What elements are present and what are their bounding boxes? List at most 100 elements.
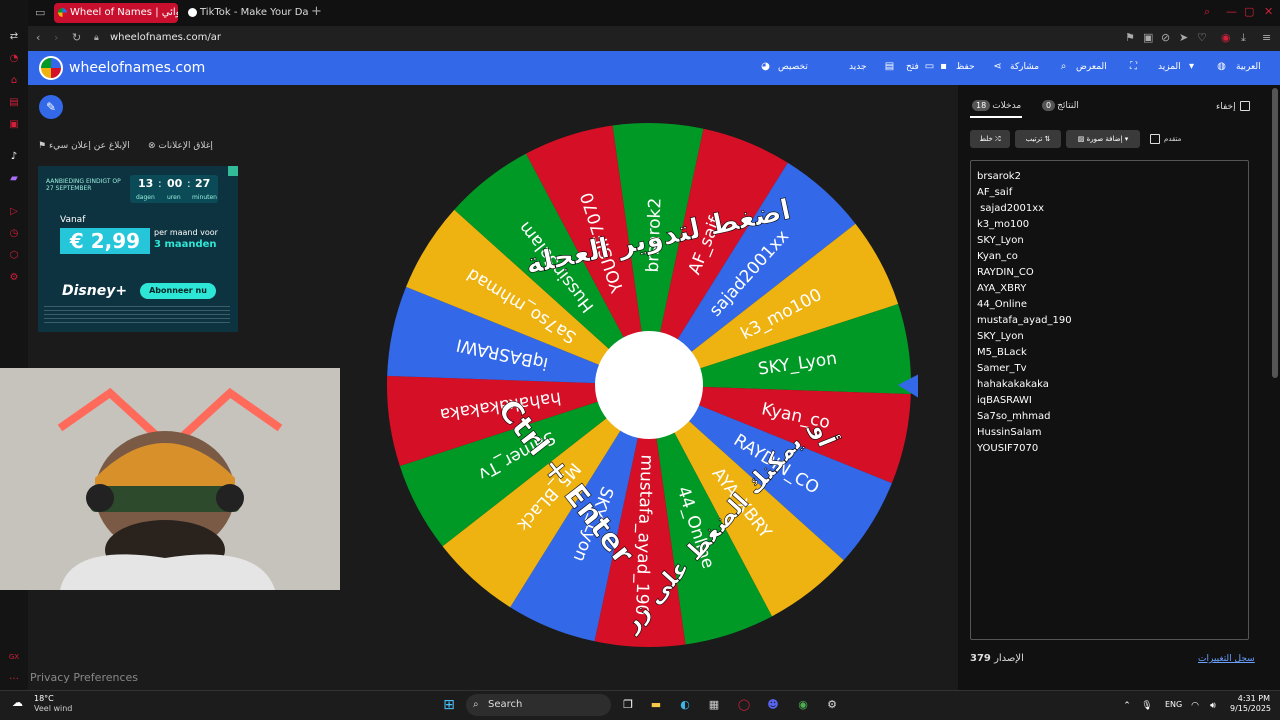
spin-wheel[interactable]: brsarok2 AF_saifsajad2001xxk3_mo100SKY_Ly… [378, 118, 918, 654]
entries-textarea[interactable]: brsarok2 AF_saif sajad2001xx k3_mo100 SKY_L… [970, 160, 1249, 640]
page-scrollbar[interactable] [1272, 88, 1278, 378]
reload-icon[interactable]: ↻ [72, 31, 81, 45]
history-icon[interactable]: ◷ [7, 227, 21, 241]
player-icon[interactable]: ▷ [7, 205, 21, 219]
taskbar-search[interactable]: ⌕ Search [466, 694, 611, 716]
entry-line[interactable]: SKY_Lyon [977, 233, 1242, 249]
settings-icon[interactable]: ⚙ [7, 271, 21, 285]
shuffle-button[interactable]: ⤮ خلط [970, 130, 1010, 148]
file-explorer-icon[interactable]: ▬ [647, 696, 665, 714]
sync-icon[interactable]: ⇄ [7, 30, 21, 44]
changelog-link[interactable]: سجل التغييرات [1198, 652, 1255, 666]
fullscreen-icon[interactable]: ⛶ [1128, 61, 1139, 72]
edge-icon[interactable]: ◐ [676, 696, 694, 714]
add-image-dropdown[interactable]: ▾ إضافة صورة ▨ [1066, 130, 1140, 148]
hide-checkbox[interactable] [1239, 101, 1250, 111]
entry-line[interactable]: YOUSIF7070 [977, 441, 1242, 457]
chrome-icon[interactable]: ◉ [794, 696, 812, 714]
gallery-button[interactable]: المعرض [1076, 60, 1107, 74]
weather-widget[interactable]: ☁ 18°C Veel wind [12, 694, 72, 714]
report-ad-link[interactable]: الإبلاغ عن إعلان سيء ⚑ [38, 140, 130, 152]
tray-chevron-icon[interactable]: ⌃ [1118, 697, 1136, 715]
entry-line[interactable]: AYA_XBRY [977, 281, 1242, 297]
entry-line[interactable]: HussinSalam [977, 425, 1242, 441]
entry-line[interactable]: Sa7so_mhmad [977, 409, 1242, 425]
entry-line[interactable]: mustafa_ayad_190 [977, 313, 1242, 329]
discord-icon[interactable]: ☻ [764, 696, 782, 714]
tab-wheel-of-names[interactable]: Wheel of Names | عشوائي [54, 3, 178, 23]
entry-line[interactable]: k3_mo100 [977, 217, 1242, 233]
gx-icon[interactable]: GX [7, 650, 21, 664]
subscribe-button[interactable]: Abonneer nu [140, 283, 216, 299]
volume-icon[interactable]: 🔊︎ [1204, 697, 1222, 715]
entry-line[interactable]: RAYDIN_CO [977, 265, 1242, 281]
sort-button[interactable]: ⇅ ترتيب [1015, 130, 1061, 148]
tab-list-icon[interactable]: ▭ [35, 6, 45, 20]
bag-icon[interactable]: ⌂ [7, 74, 21, 88]
wheel-center[interactable] [595, 331, 703, 439]
entry-line[interactable]: hahakakakaka [977, 377, 1242, 393]
entry-line[interactable]: sajad2001xx [977, 201, 1242, 217]
twitch-icon[interactable]: ▰ [7, 172, 21, 186]
tab-tiktok[interactable]: TikTok - Make Your Day [184, 3, 308, 23]
wifi-icon[interactable]: ◠ [1186, 697, 1204, 715]
aria-icon[interactable]: ◔ [7, 52, 21, 66]
url-field[interactable]: wheelofnames.com/ar [110, 30, 221, 46]
wheel-favicon-icon [58, 8, 67, 17]
input-language[interactable]: ENG [1165, 700, 1182, 709]
entry-line[interactable]: 44_Online [977, 297, 1242, 313]
search-tabs-icon[interactable]: ⌕ [1204, 5, 1210, 19]
heart-icon[interactable]: ♡ [1197, 31, 1207, 45]
edit-pencil-button[interactable]: ✎ [39, 95, 63, 119]
tiktok-icon[interactable]: ♪ [7, 150, 21, 164]
adchoices-icon[interactable] [228, 166, 238, 176]
customize-button[interactable]: تخصيص [778, 60, 808, 74]
entry-line[interactable]: brsarok2 [977, 169, 1242, 185]
download-icon[interactable]: ⤓ [1241, 31, 1246, 45]
entry-line[interactable]: M5_BLack [977, 345, 1242, 361]
advanced-checkbox[interactable] [1150, 134, 1160, 144]
close-ads-link[interactable]: إغلاق الإعلانات ⊗ [148, 140, 213, 152]
entry-line[interactable]: Samer_Tv [977, 361, 1242, 377]
more-dots-icon[interactable]: … [7, 670, 21, 684]
mail-icon[interactable]: ▣ [7, 118, 21, 132]
hide-toggle[interactable]: إخفاء [1216, 99, 1250, 114]
site-title[interactable]: wheelofnames.com [69, 60, 205, 76]
snapshot-icon[interactable]: ▣ [1143, 31, 1153, 45]
more-button[interactable]: المزيد [1158, 60, 1181, 74]
task-view-icon[interactable]: ❐ [619, 696, 637, 714]
store-icon[interactable]: ▦ [705, 696, 723, 714]
language-button[interactable]: العربية [1236, 60, 1261, 74]
share-button[interactable]: مشاركة [1010, 60, 1039, 74]
menu-icon[interactable]: ≡ [1262, 31, 1271, 45]
tab-entries[interactable]: مدخلات18 [970, 99, 1021, 113]
taskbar-clock[interactable]: 4:31 PM 9/15/2025 [1230, 694, 1271, 714]
close-window-icon[interactable]: ✕ [1264, 5, 1273, 19]
bookmark-flag-icon[interactable]: ⚑ [1125, 31, 1135, 45]
entry-line[interactable]: iqBASRAWI [977, 393, 1242, 409]
save-button[interactable]: حفظ [956, 60, 975, 74]
ad-banner[interactable]: AANBIEDING EINDIGT OP 27 SEPTEMBER 13 : … [38, 166, 238, 332]
entry-line[interactable]: Kyan_co [977, 249, 1242, 265]
maximize-icon[interactable]: ▢ [1244, 5, 1254, 19]
messenger-icon[interactable]: ▤ [7, 96, 21, 110]
open-button[interactable]: فتح [906, 60, 919, 74]
account-icon[interactable]: ◉ [1221, 31, 1231, 45]
tab-results[interactable]: النتائج0 [1040, 99, 1079, 113]
minimize-icon[interactable]: — [1226, 5, 1237, 19]
adblock-icon[interactable]: ⊘ [1161, 31, 1170, 45]
start-icon[interactable]: ⊞ [440, 696, 458, 714]
opera-gx-icon[interactable]: ◯ [735, 696, 753, 714]
privacy-preferences-link[interactable]: Privacy Preferences [30, 671, 138, 685]
new-tab-icon[interactable]: + [311, 5, 322, 19]
entry-line[interactable]: AF_saif [977, 185, 1242, 201]
entry-line[interactable]: SKY_Lyon [977, 329, 1242, 345]
wheel-logo-icon[interactable] [39, 56, 63, 80]
send-icon[interactable]: ➤ [1179, 31, 1188, 45]
microphone-icon[interactable]: 🎙︎ [1138, 697, 1156, 715]
forward-icon[interactable]: › [54, 31, 58, 45]
back-icon[interactable]: ‹ [36, 31, 40, 45]
extensions-icon[interactable]: ⬡ [7, 249, 21, 263]
app-icon[interactable]: ⚙ [823, 696, 841, 714]
new-button[interactable]: جديد [849, 60, 867, 74]
